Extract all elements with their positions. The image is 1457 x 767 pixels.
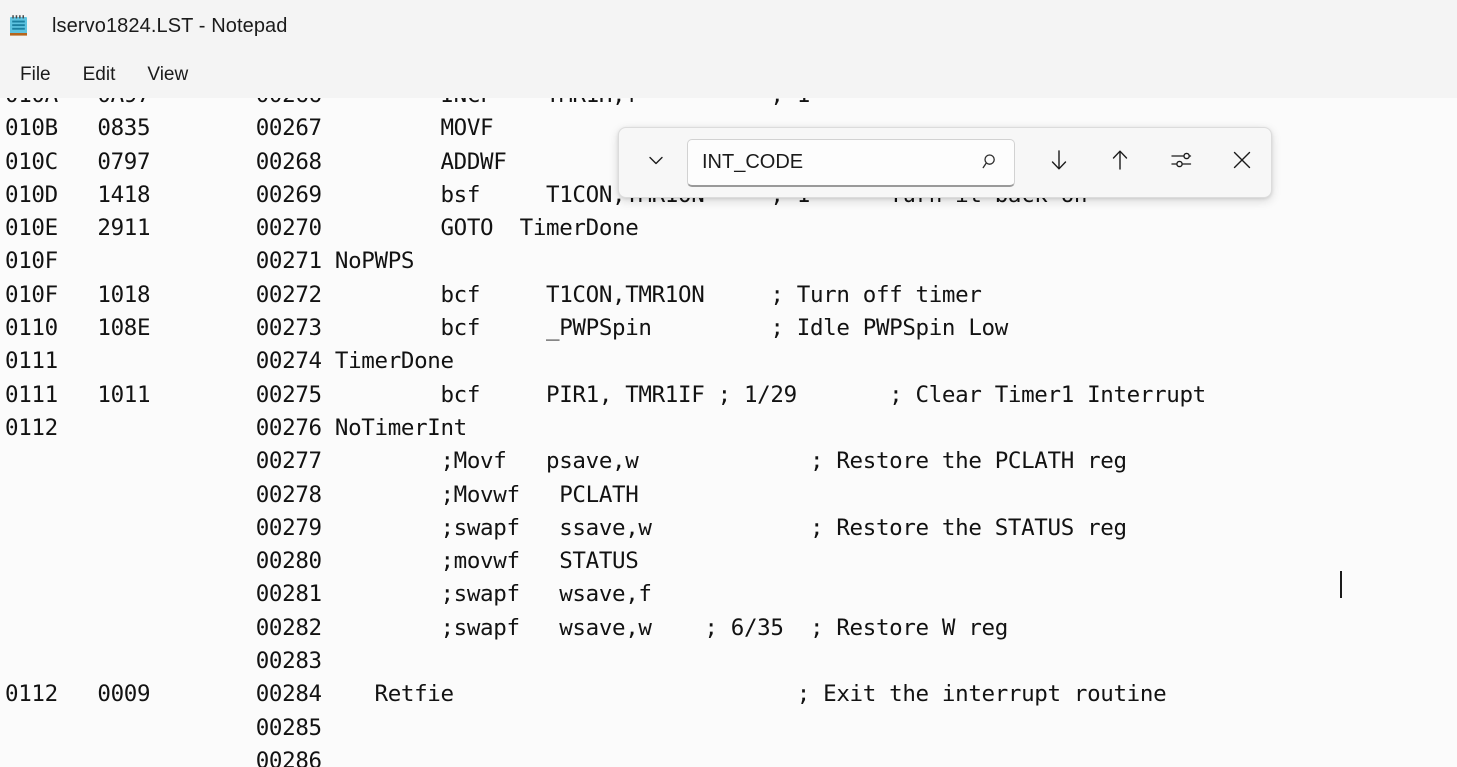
code-line: 00278 ;Movwf PCLATH [0,479,1457,512]
chevron-down-icon [645,149,667,176]
find-previous-button[interactable] [1094,139,1146,187]
find-input-wrapper[interactable] [687,139,1015,187]
code-line: 0111 00274 TimerDone [0,345,1457,378]
find-input[interactable] [702,151,964,174]
menu-view[interactable]: View [131,60,204,90]
menu-bar: File Edit View [0,52,1457,98]
code-line: 0111 1011 00275 bcf PIR1, TMR1IF ; 1/29 … [0,379,1457,412]
find-bar [618,127,1272,198]
code-line: 00283 [0,645,1457,678]
code-line: 010E 2911 00270 GOTO TimerDone [0,212,1457,245]
code-line: 00286 [0,745,1457,767]
code-line: 00285 [0,712,1457,745]
code-line: 010F 1018 00272 bcf T1CON,TMR1ON ; Turn … [0,279,1457,312]
code-line: 00280 ;movwf STATUS [0,545,1457,578]
text-editor-area[interactable]: 010A 0A97 00266 INCF TMR1H,f ; 1010B 083… [0,98,1457,767]
expand-replace-button[interactable] [630,140,682,186]
code-line: 00282 ;swapf wsave,w ; 6/35 ; Restore W … [0,612,1457,645]
code-line: 00277 ;Movf psave,w ; Restore the PCLATH… [0,445,1457,478]
code-line: 0112 00276 NoTimerInt [0,412,1457,445]
code-line: 00281 ;swapf wsave,f [0,578,1457,611]
arrow-down-icon [1046,147,1072,178]
close-find-button[interactable] [1216,139,1268,187]
magnifier-icon [980,151,1002,173]
find-next-button[interactable] [1033,139,1085,187]
code-line: 00279 ;swapf ssave,w ; Restore the STATU… [0,512,1457,545]
sliders-icon [1168,147,1194,178]
menu-file[interactable]: File [4,60,67,90]
code-line: 010A 0A97 00266 INCF TMR1H,f ; 1 [0,98,1457,112]
window-title: lservo1824.LST - Notepad [52,15,288,38]
code-line: 010F 00271 NoPWPS [0,245,1457,278]
code-line: 0112 0009 00284 Retfie ; Exit the interr… [0,678,1457,711]
close-icon [1229,147,1255,178]
code-line: 0110 108E 00273 bcf _PWPSpin ; Idle PWPS… [0,312,1457,345]
arrow-up-icon [1107,147,1133,178]
text-caret [1340,571,1342,598]
menu-edit[interactable]: Edit [67,60,132,90]
notepad-icon [8,14,30,38]
title-bar: lservo1824.LST - Notepad [0,0,1457,52]
notepad-window: lservo1824.LST - Notepad File Edit View … [0,0,1457,767]
code-text[interactable]: 010A 0A97 00266 INCF TMR1H,f ; 1010B 083… [0,98,1457,767]
find-options-button[interactable] [1155,139,1207,187]
